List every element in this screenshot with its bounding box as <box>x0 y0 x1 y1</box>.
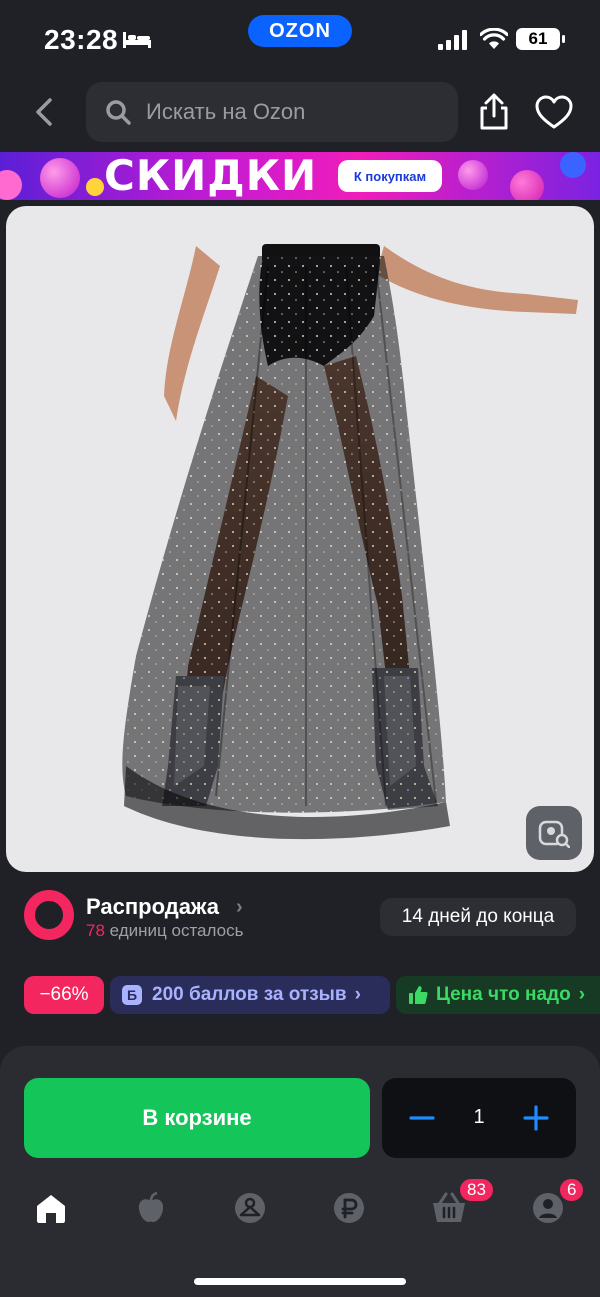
tab-fresh[interactable] <box>131 1188 171 1228</box>
battery-icon: 61 <box>516 28 565 50</box>
banner-shop-button[interactable]: К покупкам <box>338 160 442 192</box>
quantity-stepper: 1 <box>382 1078 576 1158</box>
image-search-icon[interactable] <box>526 806 582 860</box>
plus-button[interactable] <box>522 1104 550 1132</box>
good-price-label: Цена что надо <box>436 984 571 1005</box>
chevron-right-icon: › <box>578 984 586 1005</box>
good-price-badge[interactable]: Цена что надо › <box>396 976 600 1014</box>
promo-banner[interactable]: СКИДКИ К покупкам <box>0 152 600 200</box>
banner-decoration <box>0 170 22 200</box>
sale-remaining: 78 единиц осталось <box>86 921 243 941</box>
product-image[interactable] <box>6 206 594 872</box>
sale-title[interactable]: Распродажа <box>86 894 219 920</box>
chevron-right-icon[interactable]: › <box>236 896 243 919</box>
finance-icon <box>334 1193 364 1223</box>
sale-logo-icon <box>24 890 74 940</box>
skirt-illustration <box>122 244 578 840</box>
tab-finance[interactable] <box>329 1188 369 1228</box>
catalog-icon <box>235 1193 265 1223</box>
minus-button[interactable] <box>408 1104 436 1132</box>
ozon-logo[interactable]: OZON <box>248 15 352 47</box>
chevron-right-icon: › <box>354 984 361 1005</box>
lens-icon <box>538 820 570 848</box>
wifi-icon <box>480 28 508 49</box>
search-bar[interactable] <box>86 82 458 142</box>
search-input[interactable] <box>146 99 426 125</box>
review-points-label: 200 баллов за отзыв <box>152 984 347 1005</box>
thumbs-up-icon <box>409 986 428 1004</box>
banner-title: СКИДКИ <box>104 152 318 200</box>
banner-decoration <box>510 170 544 200</box>
signal-icon <box>438 30 467 50</box>
back-icon[interactable] <box>28 94 64 130</box>
points-icon: Б <box>122 985 142 1005</box>
banner-decoration <box>86 178 104 196</box>
heart-icon[interactable] <box>534 94 574 130</box>
home-icon <box>37 1195 65 1223</box>
tab-home[interactable] <box>31 1188 71 1228</box>
remaining-label: единиц осталось <box>109 921 244 940</box>
banner-decoration <box>458 160 488 190</box>
home-indicator[interactable] <box>194 1278 406 1285</box>
remaining-count: 78 <box>86 921 105 940</box>
bed-icon <box>123 32 151 48</box>
banner-decoration <box>40 158 80 198</box>
discount-badge: −66% <box>24 976 104 1014</box>
in-cart-button[interactable]: В корзине <box>24 1078 370 1158</box>
banner-decoration <box>560 152 586 178</box>
status-time: 23:28 <box>44 24 119 55</box>
fresh-icon <box>138 1192 164 1222</box>
basket-count-badge: 83 <box>458 1177 495 1203</box>
quantity-value: 1 <box>473 1106 485 1128</box>
share-icon[interactable] <box>476 92 512 132</box>
tab-catalog[interactable] <box>230 1188 270 1228</box>
days-left-badge: 14 дней до конца <box>380 898 576 936</box>
search-icon <box>106 100 131 125</box>
status-bar: 23:28 OZON 61 <box>0 0 600 78</box>
review-points-badge[interactable]: Б 200 баллов за отзыв › <box>110 976 390 1014</box>
